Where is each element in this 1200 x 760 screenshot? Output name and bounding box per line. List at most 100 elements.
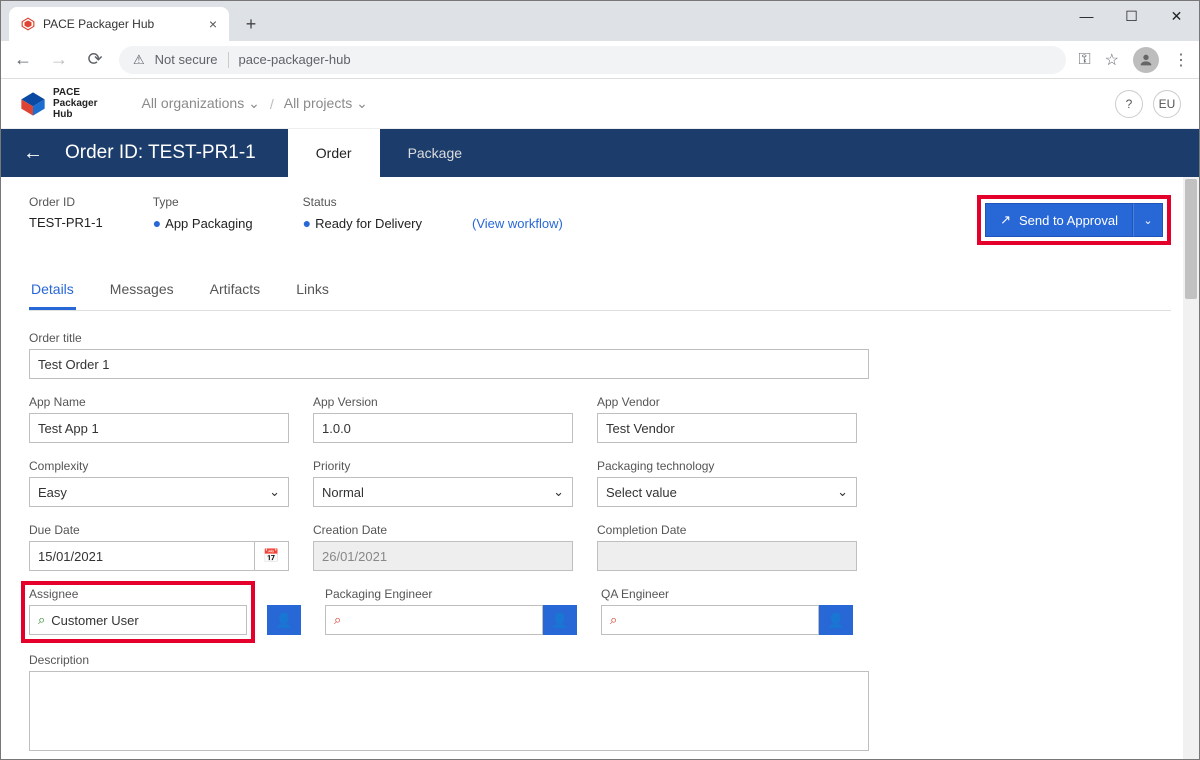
- dot-icon: ●: [303, 215, 311, 231]
- app-header: PACE Packager Hub All organizations ⌄ / …: [1, 79, 1199, 129]
- search-icon: ⌕: [610, 612, 617, 628]
- breadcrumb-separator: /: [270, 96, 274, 112]
- person-icon: 👤: [551, 612, 568, 629]
- browser-menu-icon[interactable]: ⋮: [1173, 50, 1189, 70]
- subtabs: Details Messages Artifacts Links: [29, 271, 1171, 311]
- input-app-version[interactable]: 1.0.0: [313, 413, 573, 443]
- label-pkg-tech: Packaging technology: [597, 459, 857, 473]
- label-completion-date: Completion Date: [597, 523, 857, 537]
- label-order-title: Order title: [29, 331, 869, 345]
- input-app-name[interactable]: Test App 1: [29, 413, 289, 443]
- label-description: Description: [29, 653, 869, 667]
- close-tab-icon[interactable]: ×: [209, 16, 217, 32]
- calendar-icon: 📅: [263, 548, 279, 564]
- user-badge[interactable]: EU: [1153, 90, 1181, 118]
- browser-tab[interactable]: PACE Packager Hub ×: [9, 7, 229, 41]
- bookmark-icon[interactable]: ☆: [1105, 50, 1119, 70]
- label-app-vendor: App Vendor: [597, 395, 857, 409]
- highlight-assignee: Assignee ⌕Customer User: [21, 581, 255, 643]
- summary-type: Type ●App Packaging: [153, 195, 253, 231]
- label-qa-eng: QA Engineer: [601, 587, 853, 601]
- brand-line-3: Hub: [53, 109, 97, 120]
- action-dropdown-button[interactable]: ⌄: [1133, 203, 1163, 237]
- person-icon: [1138, 52, 1154, 68]
- url-text: pace-packager-hub: [239, 52, 351, 67]
- label-due-date: Due Date: [29, 523, 289, 537]
- page-title: Order ID: TEST-PR1-1: [65, 142, 256, 164]
- window-minimize-button[interactable]: —: [1064, 1, 1109, 31]
- label-priority: Priority: [313, 459, 573, 473]
- nav-forward-button: →: [47, 49, 71, 70]
- input-pkg-eng[interactable]: ⌕: [325, 605, 543, 635]
- input-assignee[interactable]: ⌕Customer User: [29, 605, 247, 635]
- label-assignee: Assignee: [29, 587, 247, 601]
- subtab-messages[interactable]: Messages: [108, 271, 176, 310]
- summary-status: Status ●Ready for Delivery: [303, 195, 422, 231]
- not-secure-icon: ⚠: [133, 52, 145, 68]
- select-complexity[interactable]: Easy⌄: [29, 477, 289, 507]
- assign-to-me-button[interactable]: 👤: [267, 605, 301, 635]
- search-icon: ⌕: [334, 612, 341, 628]
- help-button[interactable]: ?: [1115, 90, 1143, 118]
- brand-line-1: PACE: [53, 87, 97, 98]
- textarea-description[interactable]: [29, 671, 869, 751]
- address-bar: ← → ⟳ ⚠ Not secure pace-packager-hub ⚿ ☆…: [1, 41, 1199, 79]
- profile-avatar[interactable]: [1133, 47, 1159, 73]
- nav-back-button[interactable]: ←: [11, 49, 35, 70]
- new-tab-button[interactable]: +: [237, 10, 265, 38]
- breadcrumb: All organizations ⌄ / All projects ⌄: [141, 95, 367, 112]
- security-label: Not secure: [155, 52, 218, 67]
- input-qa-eng[interactable]: ⌕: [601, 605, 819, 635]
- label-app-name: App Name: [29, 395, 289, 409]
- key-icon[interactable]: ⚿: [1078, 51, 1090, 69]
- chevron-down-icon: ⌄: [356, 95, 368, 111]
- label-creation-date: Creation Date: [313, 523, 573, 537]
- chevron-down-icon: ⌄: [269, 484, 280, 500]
- input-order-title[interactable]: Test Order 1: [29, 349, 869, 379]
- chevron-down-icon: ⌄: [553, 484, 564, 500]
- divider: [228, 52, 229, 68]
- subtab-artifacts[interactable]: Artifacts: [208, 271, 263, 310]
- tab-order[interactable]: Order: [288, 129, 380, 177]
- label-app-version: App Version: [313, 395, 573, 409]
- page-tabs: Order Package: [288, 129, 490, 177]
- search-icon: ⌕: [38, 612, 45, 628]
- calendar-button[interactable]: 📅: [255, 541, 289, 571]
- scrollbar[interactable]: [1183, 177, 1199, 759]
- workflow-icon: ↗: [1000, 212, 1011, 228]
- address-input[interactable]: ⚠ Not secure pace-packager-hub: [119, 46, 1066, 74]
- chevron-down-icon: ⌄: [248, 95, 260, 111]
- tab-package[interactable]: Package: [380, 129, 490, 177]
- chevron-down-icon: ⌄: [837, 484, 848, 500]
- assign-to-me-button[interactable]: 👤: [543, 605, 577, 635]
- window-maximize-button[interactable]: ☐: [1109, 1, 1154, 31]
- browser-titlebar: PACE Packager Hub × + — ☐ ✕: [1, 1, 1199, 41]
- nav-reload-button[interactable]: ⟳: [83, 49, 107, 70]
- view-workflow-link[interactable]: (View workflow): [472, 216, 563, 231]
- highlight-action-button: ↗ Send to Approval ⌄: [977, 195, 1171, 245]
- breadcrumb-project[interactable]: All projects ⌄: [284, 95, 368, 112]
- page-back-button[interactable]: ←: [23, 142, 43, 165]
- select-priority[interactable]: Normal⌄: [313, 477, 573, 507]
- tab-title: PACE Packager Hub: [43, 17, 154, 31]
- breadcrumb-org[interactable]: All organizations ⌄: [141, 95, 259, 112]
- subtab-links[interactable]: Links: [294, 271, 331, 310]
- input-due-date[interactable]: 15/01/2021: [29, 541, 255, 571]
- assign-to-me-button[interactable]: 👤: [819, 605, 853, 635]
- scroll-thumb[interactable]: [1185, 179, 1197, 299]
- subtab-details[interactable]: Details: [29, 271, 76, 310]
- page-blue-bar: ← Order ID: TEST-PR1-1 Order Package: [1, 129, 1199, 177]
- app-logo[interactable]: PACE Packager Hub: [19, 87, 97, 120]
- dot-icon: ●: [153, 215, 161, 231]
- person-icon: 👤: [275, 612, 292, 629]
- summary-order-id: Order ID TEST-PR1-1: [29, 195, 103, 230]
- window-close-button[interactable]: ✕: [1154, 1, 1199, 31]
- favicon-icon: [21, 17, 35, 31]
- input-app-vendor[interactable]: Test Vendor: [597, 413, 857, 443]
- label-pkg-eng: Packaging Engineer: [325, 587, 577, 601]
- input-creation-date: 26/01/2021: [313, 541, 573, 571]
- input-completion-date: [597, 541, 857, 571]
- send-to-approval-button[interactable]: ↗ Send to Approval: [985, 203, 1133, 237]
- select-pkg-tech[interactable]: Select value⌄: [597, 477, 857, 507]
- brand-line-2: Packager: [53, 98, 97, 109]
